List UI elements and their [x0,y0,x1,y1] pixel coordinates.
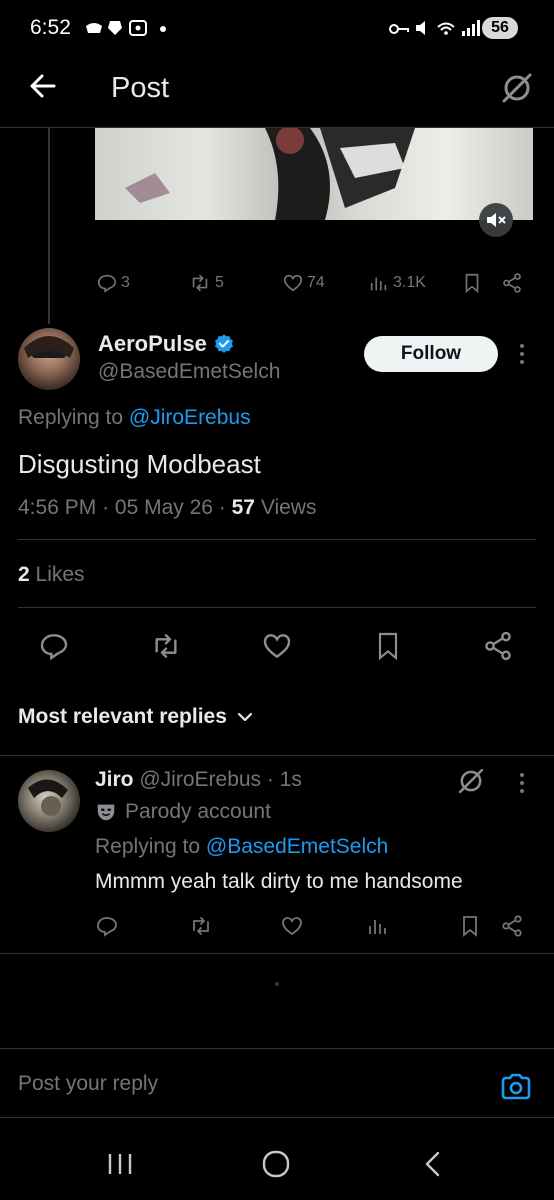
bookmark-icon[interactable] [373,630,403,662]
loading-dot [275,982,279,986]
replies-sort-dropdown[interactable]: Most relevant replies [18,705,253,729]
like-count: 74 [307,274,325,291]
repost-icon[interactable] [189,914,213,938]
battery-indicator: 56 [482,17,518,39]
share-icon[interactable] [482,630,514,662]
divider [18,607,536,608]
meta-separator: · [102,496,115,519]
replying-to-link[interactable]: @JiroErebus [129,406,251,429]
follow-button[interactable]: Follow [364,336,498,372]
author-row: AeroPulse [98,331,235,357]
status-notification-icons [84,18,176,38]
back-arrow-icon[interactable] [28,72,58,100]
share-icon[interactable] [500,914,524,938]
replies-sort-label: Most relevant replies [18,705,227,728]
repost-icon[interactable] [150,630,182,662]
parody-label: Parody account [125,800,271,823]
divider [0,755,554,756]
reply-replying-to-line: Replying to @BasedEmetSelch [95,835,388,859]
status-bar: 6:52 56 [0,0,554,56]
bookmark-icon[interactable] [462,272,482,294]
mute-icon[interactable] [478,202,514,238]
author-name[interactable]: AeroPulse [98,331,207,357]
likes-summary[interactable]: 2 Likes [18,563,85,587]
more-options-icon[interactable] [516,342,528,366]
parody-mask-icon [95,801,117,823]
likes-count: 2 [18,563,30,586]
reply-icon[interactable] [38,630,70,662]
status-time: 6:52 [30,16,71,39]
reply-icon[interactable] [95,914,119,938]
recent-apps-icon[interactable] [107,1152,133,1176]
author-handle[interactable]: @BasedEmetSelch [98,360,280,384]
meta-separator: · [266,768,274,791]
divider [18,539,536,540]
bookmark-icon[interactable] [459,914,481,938]
post-date: 05 May 26 [114,496,213,519]
home-icon[interactable] [262,1150,290,1178]
replying-prefix: Replying to [18,406,124,429]
post-text: Disgusting Modbeast [18,449,261,479]
app-header: Post [0,56,554,128]
android-nav-bar [0,1130,554,1200]
grok-icon[interactable] [499,70,535,106]
parent-actions: 3 5 74 3.1K [96,270,526,296]
like-action[interactable]: 74 [282,272,325,294]
views-label: Views [260,496,317,519]
reply-input[interactable] [18,1067,458,1101]
replying-to-link[interactable]: @BasedEmetSelch [206,835,388,858]
views-action[interactable]: 3.1K [368,272,426,294]
replying-to-line: Replying to @JiroErebus [18,406,251,430]
more-options-icon[interactable] [516,771,528,795]
reply-author-row: Jiro @JiroErebus · 1s [95,768,302,792]
grok-icon[interactable] [456,766,486,796]
views-number: 57 [231,496,255,519]
repost-action[interactable]: 5 [188,272,224,294]
reply-actions [95,914,535,940]
share-icon[interactable] [501,272,523,294]
post-time: 4:56 PM [18,496,97,519]
reply-action[interactable]: 3 [96,272,130,294]
views-count: 3.1K [393,274,426,291]
page-title: Post [111,72,170,104]
verified-badge-icon [213,333,235,355]
likes-label: Likes [35,563,85,586]
like-icon[interactable] [280,914,304,938]
chevron-down-icon [237,711,253,723]
thread-line [48,128,50,324]
back-icon[interactable] [422,1150,442,1178]
post-action-bar [0,620,554,670]
camera-icon[interactable] [500,1073,532,1101]
divider [0,953,554,954]
views-icon[interactable] [366,914,390,938]
replying-prefix: Replying to [95,835,201,858]
reply-avatar[interactable] [18,770,80,832]
reply-text: Mmmm yeah talk dirty to me handsome [95,870,463,893]
reply-composer [0,1048,554,1118]
reply-author-name[interactable]: Jiro [95,768,134,791]
media-image[interactable] [95,128,533,220]
meta-separator: · [218,496,232,519]
reply-author-handle[interactable]: @JiroErebus [139,768,261,791]
parody-badge: Parody account [95,800,271,824]
reply-count: 3 [121,274,130,291]
repost-count: 5 [215,274,224,291]
avatar[interactable] [18,328,80,390]
reply-age: 1s [279,768,302,791]
post-meta: 4:56 PM · 05 May 26 · 57 Views [18,496,316,520]
like-icon[interactable] [261,630,293,662]
status-system-icons [388,18,482,38]
